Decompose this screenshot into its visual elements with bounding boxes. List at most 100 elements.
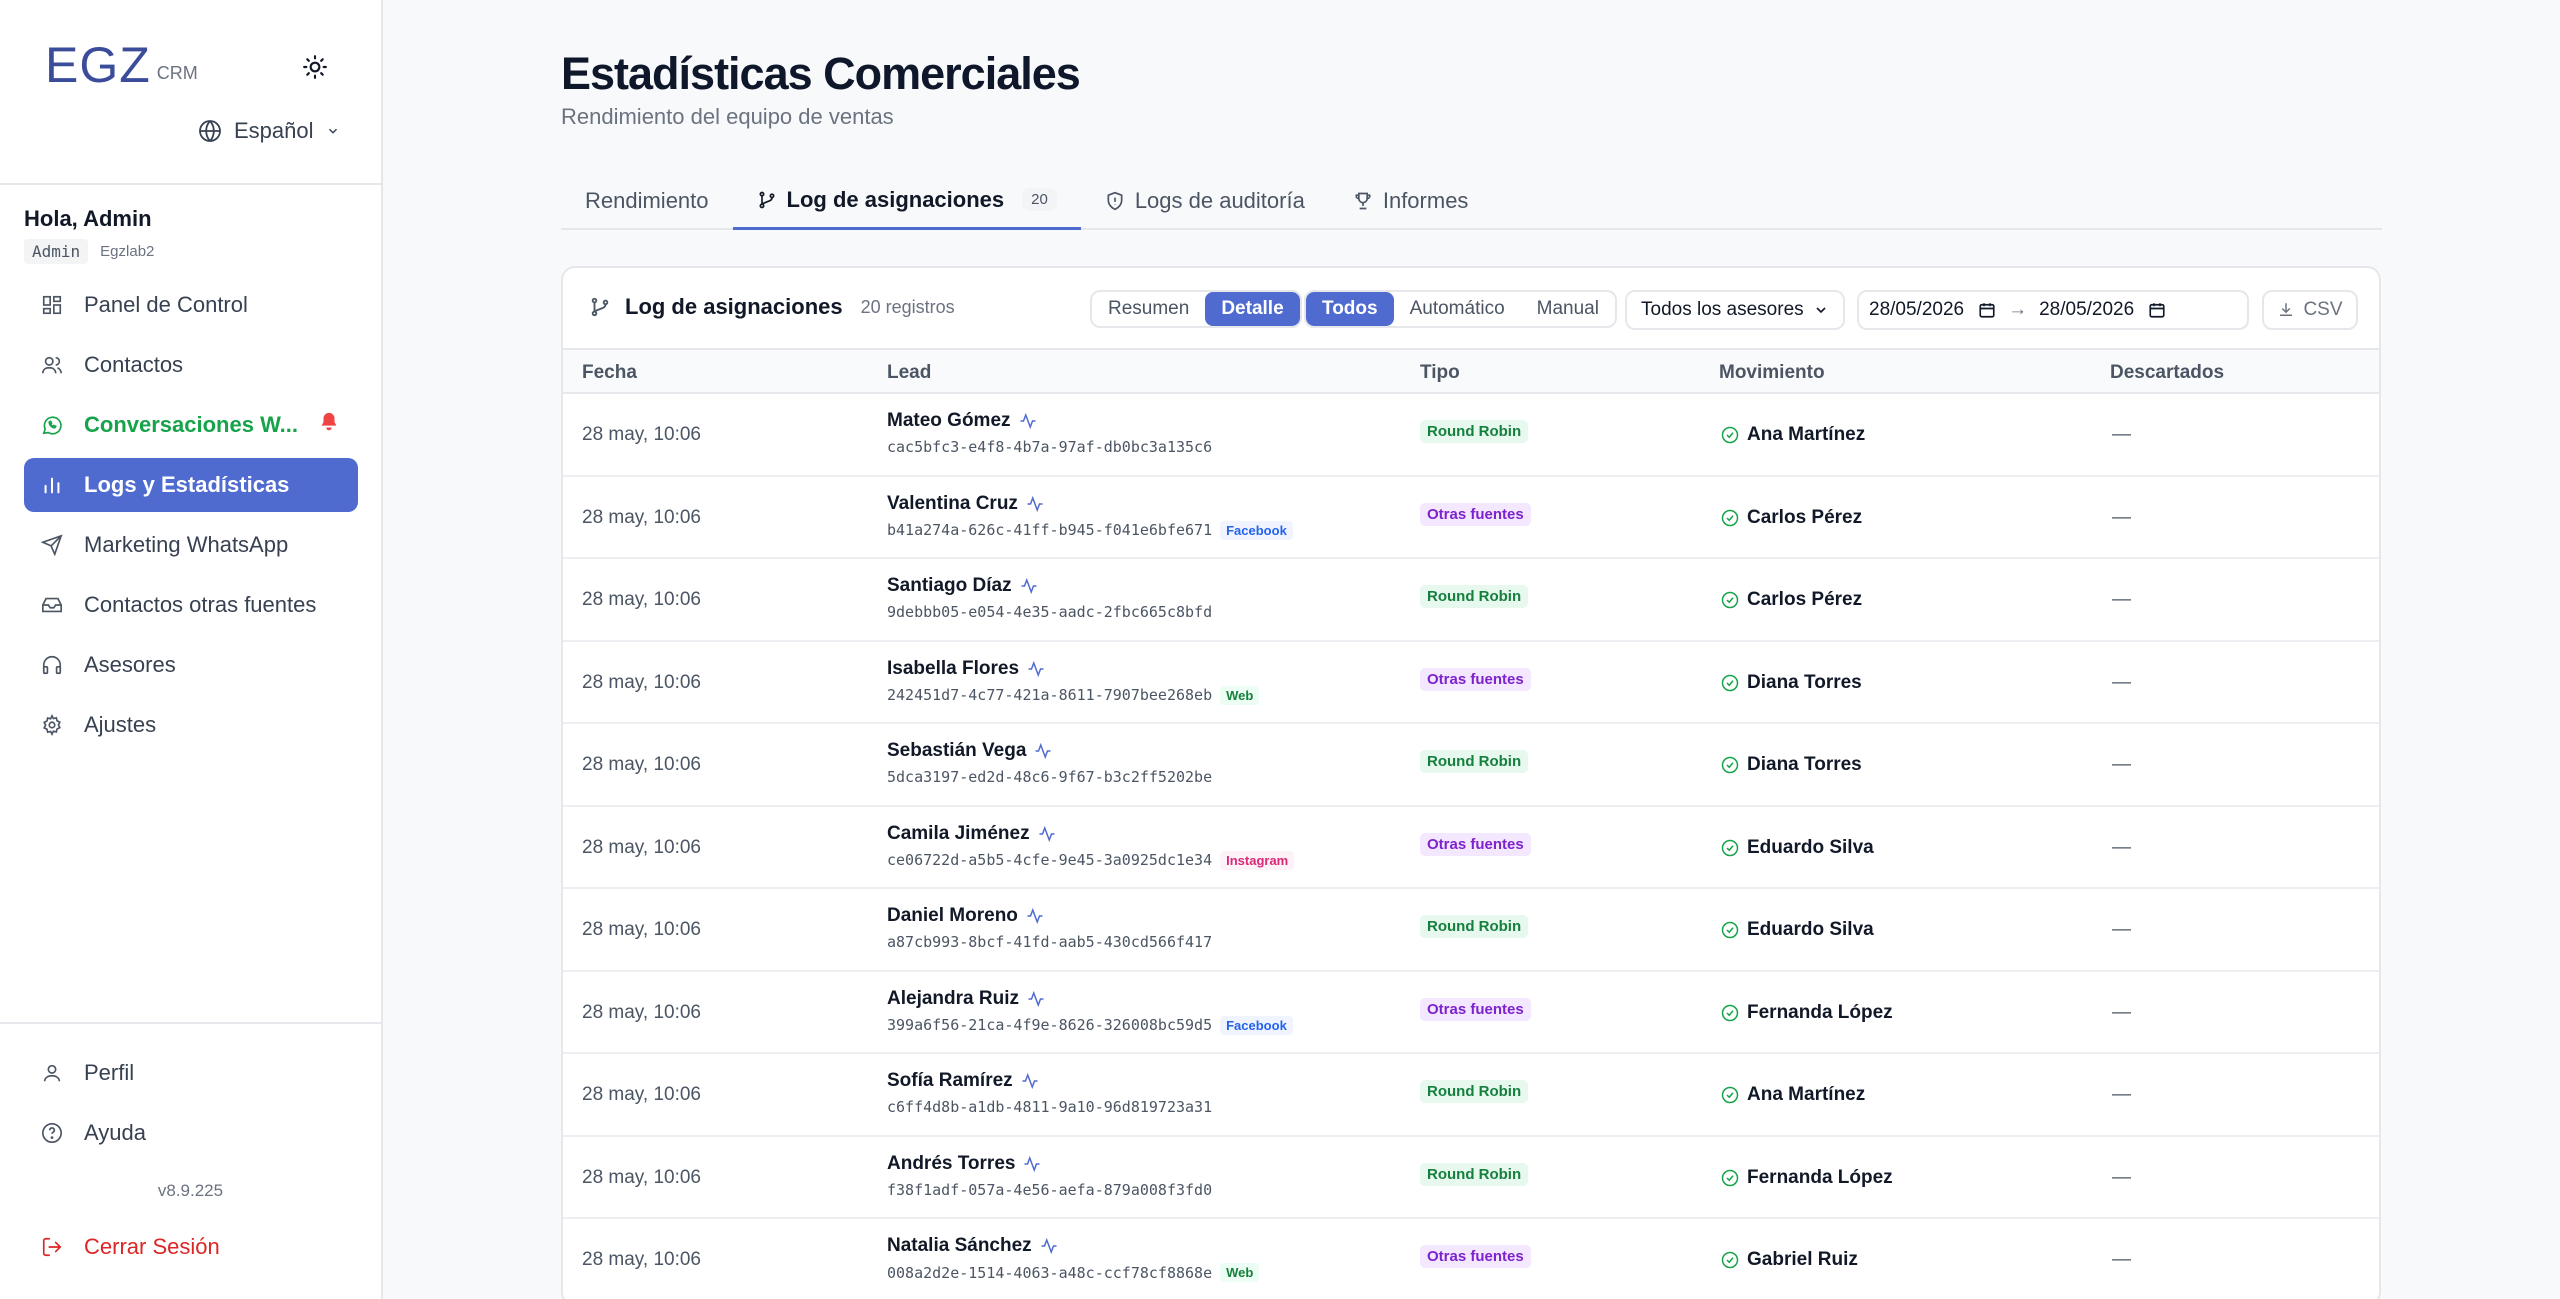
- lead-name[interactable]: Sebastián Vega: [887, 740, 1026, 762]
- lead-id: cac5bfc3-e4f8-4b7a-97af-db0bc3a135c6: [887, 438, 1213, 456]
- table-row[interactable]: 28 may, 10:06 Sebastián Vega 5dca3197-ed…: [563, 724, 2379, 807]
- activity-icon[interactable]: [1023, 1155, 1041, 1173]
- sidebar-item-ayuda[interactable]: Ayuda: [24, 1106, 358, 1160]
- advisor-select[interactable]: Todos los asesores: [1625, 290, 1845, 330]
- column-header-descartados[interactable]: Descartados: [2110, 362, 2224, 384]
- activity-icon[interactable]: [1038, 825, 1056, 843]
- activity-icon[interactable]: [1027, 990, 1045, 1008]
- table-row[interactable]: 28 may, 10:06 Santiago Díaz 9debbb05-e05…: [563, 559, 2379, 642]
- sidebar-item-contactos[interactable]: Contactos: [24, 338, 358, 392]
- date-to-value: 28/05/2026: [2039, 299, 2135, 320]
- lead-name[interactable]: Camila Jiménez: [887, 823, 1030, 845]
- advisor-name: Fernanda López: [1747, 1001, 1893, 1023]
- activity-icon[interactable]: [1020, 577, 1038, 595]
- tab-log-asignaciones[interactable]: Log de asignaciones 20: [732, 172, 1081, 230]
- row-date: 28 may, 10:06: [582, 506, 702, 528]
- activity-icon[interactable]: [1027, 660, 1045, 678]
- lead-meta: 399a6f56-21ca-4f9e-8626-326008bc59d5 Fac…: [887, 1015, 1293, 1035]
- row-lead: Isabella Flores 242451d7-4c77-421a-8611-…: [887, 658, 1260, 705]
- type-badge: Round Robin: [1420, 1080, 1529, 1103]
- table-row[interactable]: 28 may, 10:06 Mateo Gómez cac5bfc3-e4f8-…: [563, 394, 2379, 477]
- sidebar-item-logs-estadisticas[interactable]: Logs y Estadísticas: [24, 458, 358, 512]
- lead-name[interactable]: Valentina Cruz: [887, 493, 1018, 515]
- table-row[interactable]: 28 may, 10:06 Isabella Flores 242451d7-4…: [563, 642, 2379, 724]
- date-from-input[interactable]: 28/05/2026: [1869, 299, 1996, 321]
- csv-export-button[interactable]: CSV: [2262, 290, 2358, 330]
- sidebar-item-panel-de-control[interactable]: Panel de Control: [24, 278, 358, 332]
- activity-icon[interactable]: [1026, 495, 1044, 513]
- activity-icon[interactable]: [1021, 1072, 1039, 1090]
- table-row[interactable]: 28 may, 10:06 Andrés Torres f38f1adf-057…: [563, 1137, 2379, 1219]
- lead-name[interactable]: Santiago Díaz: [887, 575, 1012, 597]
- brand-name: EGZ: [45, 37, 151, 93]
- lead-name[interactable]: Sofía Ramírez: [887, 1070, 1013, 1092]
- sidebar-item-label: Asesores: [84, 652, 176, 677]
- lead-meta: b41a274a-626c-41ff-b945-f041e6bfe671 Fac…: [887, 520, 1293, 540]
- mode-automatico-button[interactable]: Automático: [1394, 292, 1521, 326]
- row-lead: Camila Jiménez ce06722d-a5b5-4cfe-9e45-3…: [887, 823, 1295, 870]
- logout-button[interactable]: Cerrar Sesión: [24, 1220, 358, 1274]
- help-icon: [40, 1121, 64, 1145]
- table-row[interactable]: 28 may, 10:06 Daniel Moreno a87cb993-8bc…: [563, 889, 2379, 972]
- sidebar-item-asesores[interactable]: Asesores: [24, 638, 358, 692]
- tab-label: Informes: [1382, 188, 1469, 213]
- row-discarded: —: [2112, 1249, 2131, 1270]
- tab-logs-auditoria[interactable]: Logs de auditoría: [1081, 172, 1329, 230]
- sidebar-item-label: Logs y Estadísticas: [84, 472, 290, 497]
- sidebar-item-contactos-otras-fuentes[interactable]: Contactos otras fuentes: [24, 578, 358, 632]
- source-badge: Web: [1220, 1263, 1260, 1282]
- row-lead: Daniel Moreno a87cb993-8bcf-41fd-aab5-43…: [887, 905, 1212, 951]
- lead-id: 008a2d2e-1514-4063-a48c-ccf78cf8868e: [887, 1263, 1213, 1282]
- user-username: Egzlab2: [100, 243, 155, 260]
- sidebar-divider: [0, 1022, 381, 1024]
- row-movement: Fernanda López: [1721, 1002, 1893, 1024]
- mode-todos-button[interactable]: Todos: [1306, 292, 1394, 326]
- table-row[interactable]: 28 may, 10:06 Sofía Ramírez c6ff4d8b-a1d…: [563, 1054, 2379, 1137]
- sidebar-item-label: Marketing WhatsApp: [84, 532, 289, 557]
- column-header-movimiento[interactable]: Movimiento: [1719, 362, 1825, 384]
- chevron-down-icon: [328, 128, 337, 134]
- activity-icon[interactable]: [1040, 1237, 1058, 1255]
- table-row[interactable]: 28 may, 10:06 Natalia Sánchez 008a2d2e-1…: [563, 1219, 2379, 1299]
- calendar-icon: [2149, 303, 2165, 318]
- row-type: Otras fuentes: [1420, 997, 1531, 1021]
- column-header-fecha[interactable]: Fecha: [582, 362, 637, 384]
- language-selector[interactable]: Español: [198, 118, 340, 144]
- activity-icon[interactable]: [1019, 412, 1037, 430]
- download-icon: [2280, 303, 2293, 316]
- column-header-tipo[interactable]: Tipo: [1420, 362, 1460, 384]
- activity-icon[interactable]: [1026, 907, 1044, 925]
- sun-icon: [303, 55, 327, 79]
- lead-name[interactable]: Natalia Sánchez: [887, 1235, 1032, 1257]
- column-header-lead[interactable]: Lead: [887, 362, 931, 384]
- view-detalle-button[interactable]: Detalle: [1205, 292, 1300, 326]
- sidebar-item-ajustes[interactable]: Ajustes: [24, 698, 358, 752]
- lead-name[interactable]: Daniel Moreno: [887, 905, 1018, 927]
- table-row[interactable]: 28 may, 10:06 Valentina Cruz b41a274a-62…: [563, 477, 2379, 559]
- table-body: 28 may, 10:06 Mateo Gómez cac5bfc3-e4f8-…: [563, 394, 2379, 1299]
- lead-name[interactable]: Mateo Gómez: [887, 410, 1011, 432]
- type-badge: Round Robin: [1420, 915, 1529, 938]
- type-badge: Otras fuentes: [1420, 667, 1531, 691]
- brand-logo[interactable]: EGZ CRM: [45, 40, 198, 90]
- date-to-input[interactable]: 28/05/2026: [2039, 299, 2166, 321]
- check-circle-icon: [1721, 426, 1739, 444]
- card-title-group: Log de asignaciones 20 registros: [589, 294, 955, 320]
- lead-meta: 008a2d2e-1514-4063-a48c-ccf78cf8868e Web: [887, 1263, 1260, 1282]
- lead-name[interactable]: Isabella Flores: [887, 658, 1019, 680]
- table-row[interactable]: 28 may, 10:06 Camila Jiménez ce06722d-a5…: [563, 807, 2379, 889]
- row-discarded: —: [2112, 836, 2131, 858]
- sidebar-item-marketing-whatsapp[interactable]: Marketing WhatsApp: [24, 518, 358, 572]
- theme-toggle-button[interactable]: [296, 48, 334, 86]
- lead-id: 5dca3197-ed2d-48c6-9f67-b3c2ff5202be: [887, 768, 1213, 786]
- activity-icon[interactable]: [1034, 742, 1052, 760]
- tab-rendimiento[interactable]: Rendimiento: [561, 172, 733, 230]
- view-resumen-button[interactable]: Resumen: [1092, 292, 1205, 326]
- sidebar-item-conversaciones[interactable]: Conversaciones W...: [24, 398, 358, 452]
- mode-manual-button[interactable]: Manual: [1521, 292, 1615, 326]
- tab-informes[interactable]: Informes: [1329, 172, 1493, 230]
- table-row[interactable]: 28 may, 10:06 Alejandra Ruiz 399a6f56-21…: [563, 972, 2379, 1054]
- lead-name[interactable]: Andrés Torres: [887, 1153, 1015, 1175]
- lead-name[interactable]: Alejandra Ruiz: [887, 988, 1019, 1010]
- sidebar-item-perfil[interactable]: Perfil: [24, 1046, 358, 1100]
